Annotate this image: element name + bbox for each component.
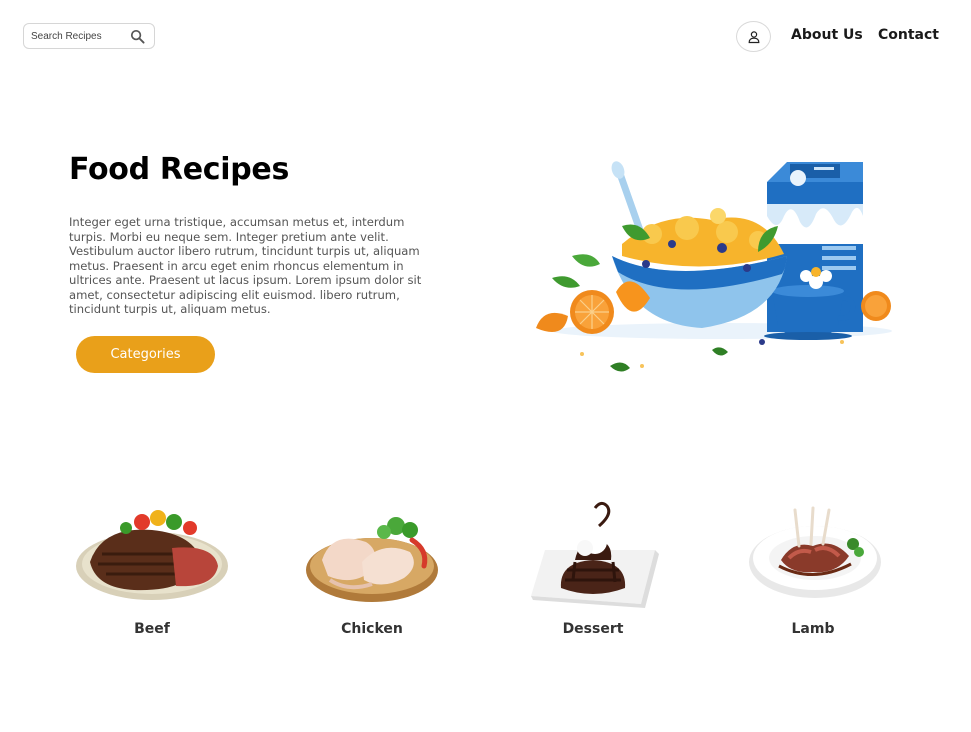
category-label-lamb: Lamb [791,621,835,637]
chicken-image [306,517,438,602]
user-icon [748,30,759,43]
category-card-dessert[interactable]: Dessert [513,500,673,640]
category-card-chicken[interactable]: Chicken [292,500,452,640]
search-icon[interactable] [130,29,145,44]
page-title: Food Recipes [69,152,290,187]
nav-contact-link[interactable]: Contact [878,27,939,43]
beef-steak-image [76,510,228,600]
hero-description: Integer eget urna tristique, accumsan me… [69,215,422,316]
user-account-button[interactable] [736,21,771,52]
category-label-beef: Beef [134,621,170,637]
chocolate-dessert-image [531,501,659,608]
category-card-beef[interactable]: Beef [72,500,232,640]
breakfast-bowl-illustration [536,161,892,372]
lamb-chops-image [749,506,881,598]
nav-about-us-link[interactable]: About Us [791,27,863,43]
search-box[interactable] [23,23,155,49]
category-label-dessert: Dessert [562,621,624,637]
categories-button[interactable]: Categories [76,336,215,373]
category-card-lamb[interactable]: Lamb [733,500,893,640]
category-label-chicken: Chicken [341,621,403,637]
search-input[interactable] [31,30,127,42]
